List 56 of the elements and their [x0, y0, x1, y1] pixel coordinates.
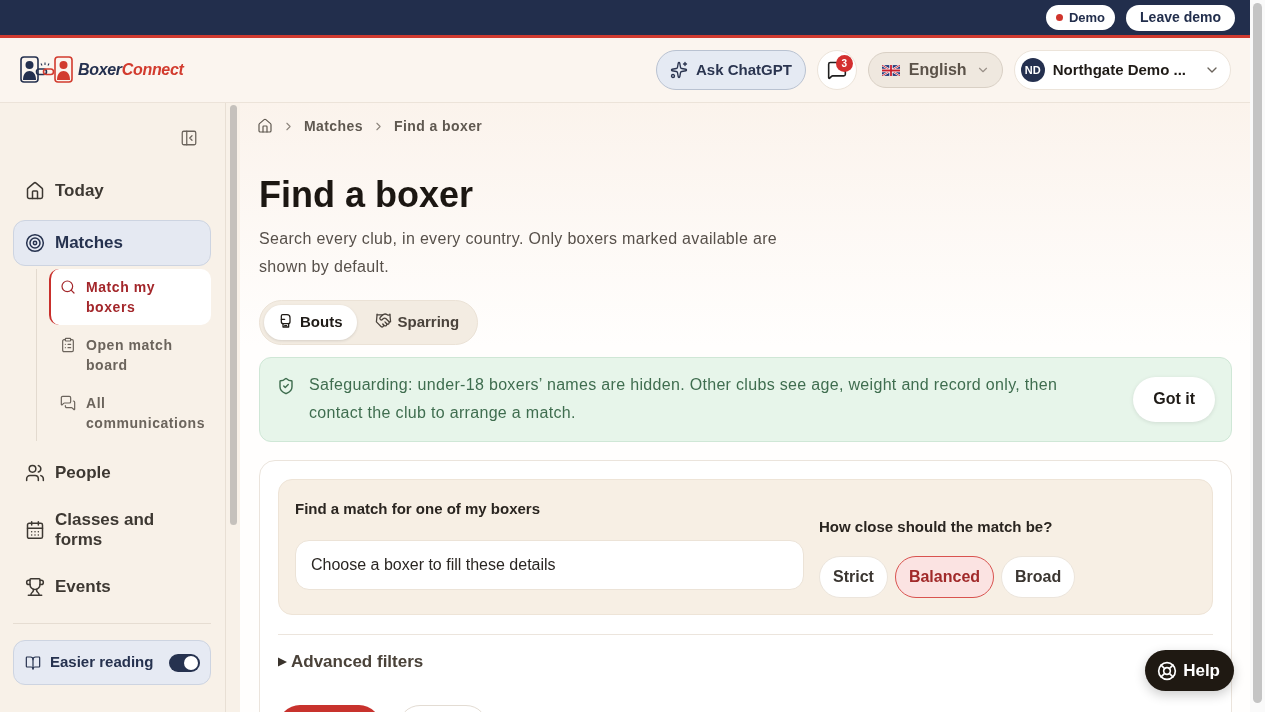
sparkles-icon	[670, 61, 688, 79]
nav-item[interactable]: Classes and forms	[13, 497, 211, 563]
help-button[interactable]: Help	[1145, 650, 1234, 691]
field-label: Find a match for one of my boxers	[295, 499, 542, 519]
notice-text: Safeguarding: under-18 boxers’ names are hidden. Other clubs see age, weight and record only, then contact the club to arrange a match.	[309, 375, 1059, 423]
flag-icon	[881, 64, 900, 76]
toggle-switch[interactable]	[169, 653, 200, 672]
closeness-option[interactable]: Balanced	[894, 556, 995, 598]
nav-subitem[interactable]: Match my boxers	[49, 269, 211, 325]
avatar-initials: ND	[1020, 58, 1045, 82]
leave-demo-button[interactable]: Leave demo	[1126, 4, 1235, 31]
notification-badge: 3	[835, 55, 853, 72]
got-it-button[interactable]: Got it	[1133, 376, 1215, 422]
clipboard-icon	[60, 337, 76, 353]
page-description: Search every club, in every country. Only boxers marked available are shown by default.	[259, 229, 778, 277]
glove-icon	[278, 312, 294, 329]
chat-bubbles-icon	[60, 395, 76, 411]
home-icon	[25, 181, 45, 201]
language-select[interactable]: English	[867, 52, 1003, 88]
nav-subitem[interactable]: All communications	[49, 385, 211, 441]
chat-icon	[826, 60, 847, 80]
closeness-option[interactable]: Strict	[819, 556, 888, 598]
search-icon	[60, 279, 76, 295]
account-menu[interactable]: ND Northgate Demo ...	[1013, 50, 1231, 90]
breadcrumb-link[interactable]: Matches	[304, 115, 363, 137]
page-title: Find a boxer	[259, 173, 475, 217]
ask-chatgpt-button[interactable]: Ask ChatGPT	[656, 50, 806, 90]
nav-item[interactable]: People	[13, 450, 211, 496]
shield-check-icon	[277, 377, 295, 395]
tab[interactable]: Sparring	[360, 305, 474, 340]
lifebuoy-icon	[1157, 660, 1178, 681]
boxer-select-field[interactable]: Choose a boxer to fill these details	[295, 540, 804, 590]
tab[interactable]: Bouts	[264, 305, 357, 340]
nav-subitem[interactable]: Open match board	[49, 327, 211, 383]
book-icon	[25, 654, 41, 671]
handshake-icon	[374, 312, 392, 329]
target-icon	[25, 233, 45, 253]
closeness-label: How close should the match be?	[819, 517, 1054, 537]
advanced-filters-toggle[interactable]: Advanced filters	[278, 651, 424, 673]
easier-reading-label: Easier reading	[50, 652, 154, 673]
scrollbar-thumb[interactable]	[229, 105, 237, 525]
breadcrumb-current: Find a boxer	[393, 116, 483, 136]
nav-item[interactable]: Matches	[13, 220, 211, 266]
scrollbar-thumb[interactable]	[1253, 3, 1262, 703]
people-icon	[25, 463, 45, 483]
panel-collapse-icon[interactable]	[180, 129, 198, 147]
nav-item[interactable]: Today	[13, 168, 211, 214]
nav-item[interactable]: Events	[13, 564, 211, 610]
home-icon[interactable]	[257, 118, 273, 134]
calendar-icon	[25, 520, 45, 540]
trophy-icon	[25, 577, 45, 597]
messages-button[interactable]: 3	[816, 50, 857, 90]
demo-label: Demo	[1068, 8, 1106, 27]
closeness-option[interactable]: Broad	[1001, 556, 1076, 598]
logo-text: BoxerConnect	[78, 60, 184, 80]
logo-icon	[20, 56, 74, 84]
